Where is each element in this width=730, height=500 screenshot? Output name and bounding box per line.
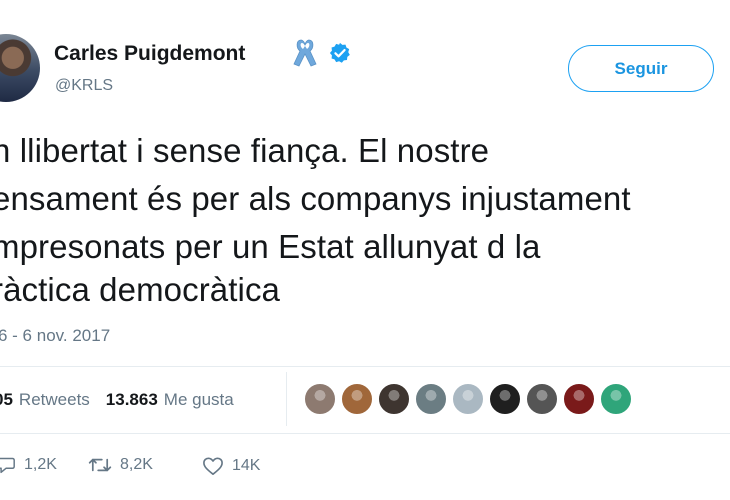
retweet-icon xyxy=(88,458,112,472)
liker-avatar[interactable] xyxy=(562,382,596,416)
tweet-text-line: n llibertat i sense fiança. El nostre xyxy=(0,132,490,169)
reply-icon xyxy=(0,457,15,474)
liker-avatar[interactable] xyxy=(340,382,374,416)
liker-avatar[interactable] xyxy=(303,382,337,416)
divider xyxy=(0,366,730,367)
heart-icon xyxy=(203,457,223,475)
retweets-count: 05 xyxy=(0,390,13,409)
liker-avatar[interactable] xyxy=(599,382,633,416)
tweet-text-line: mpresonats per un Estat allunyat d la xyxy=(0,228,541,265)
liker-avatar[interactable] xyxy=(451,382,485,416)
verified-badge-icon xyxy=(329,42,350,63)
user-handle[interactable]: @KRLS xyxy=(55,77,113,95)
likes-stat[interactable]: 13.863 Me gusta xyxy=(106,390,234,410)
liker-avatar[interactable] xyxy=(377,382,411,416)
retweets-stat[interactable]: 05 Retweets xyxy=(0,390,90,410)
tweet-text-line: ensament és per als companys injustament xyxy=(0,180,631,217)
reply-count: 1,2K xyxy=(24,456,57,473)
divider xyxy=(0,433,730,434)
tweet-stats: 05 Retweets 13.863 Me gusta xyxy=(0,390,234,410)
like-button[interactable]: 14K xyxy=(202,456,260,476)
like-count: 14K xyxy=(232,457,261,474)
liker-avatar[interactable] xyxy=(525,382,559,416)
user-name[interactable]: Carles Puigdemont xyxy=(54,42,245,66)
reply-button[interactable]: 1,2K xyxy=(0,456,57,474)
tweet-timestamp[interactable]: 6 - 6 nov. 2017 xyxy=(0,326,110,346)
retweet-count: 8,2K xyxy=(120,456,153,473)
retweets-label: Retweets xyxy=(18,390,90,409)
liker-avatars xyxy=(303,382,636,416)
ribbon-icon xyxy=(293,39,317,67)
liker-avatar[interactable] xyxy=(488,382,522,416)
liker-avatar[interactable] xyxy=(414,382,448,416)
retweet-button[interactable]: 8,2K xyxy=(88,456,153,474)
stats-separator xyxy=(286,372,287,426)
follow-button[interactable]: Seguir xyxy=(568,45,714,92)
likes-label: Me gusta xyxy=(163,390,234,409)
likes-count: 13.863 xyxy=(105,390,158,409)
avatar[interactable] xyxy=(0,34,40,102)
tweet-text-line: ràctica democràtica xyxy=(0,271,281,308)
